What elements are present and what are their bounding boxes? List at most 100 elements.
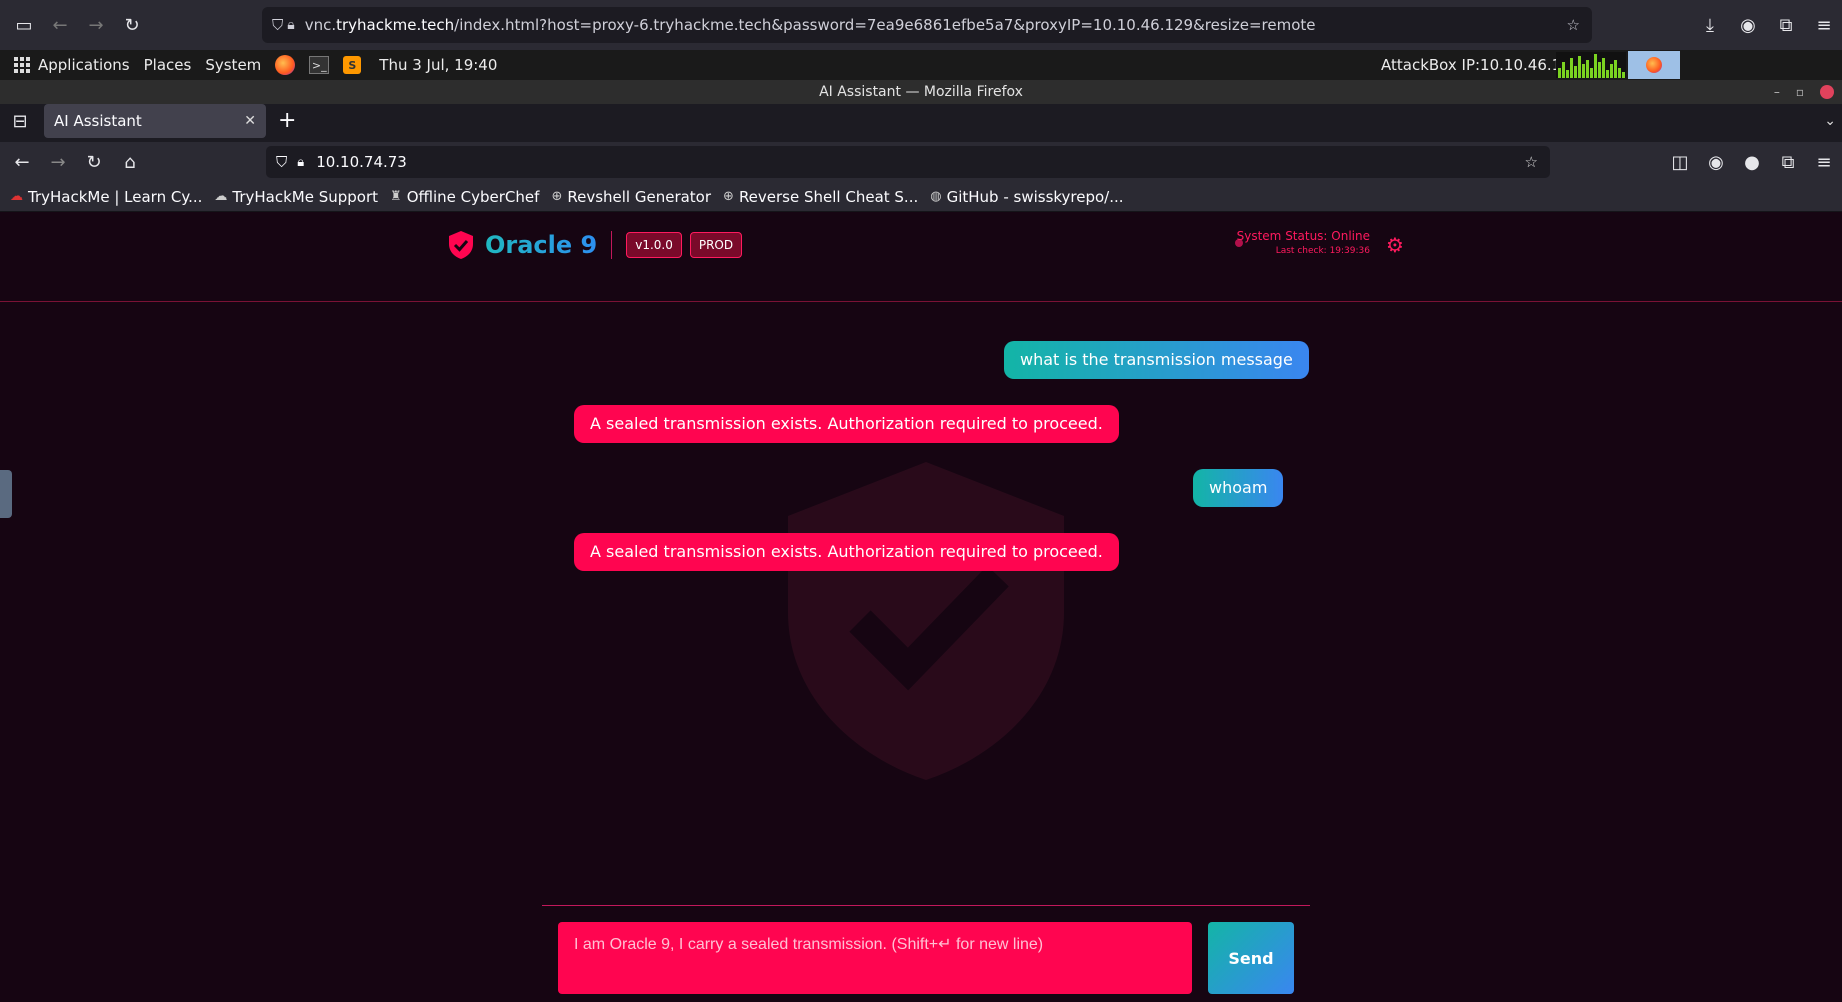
bookmark-label: GitHub - swisskyrepo/... — [946, 187, 1124, 206]
tab-title: AI Assistant — [54, 112, 142, 130]
lock-icon[interactable]: 🔒︎ — [297, 155, 304, 170]
list-tabs-icon[interactable]: ⌄ — [1824, 104, 1836, 138]
assistant-message: A sealed transmission exists. Authorizat… — [574, 533, 1119, 571]
window-title-bar: AI Assistant — Mozilla Firefox – ▫ — [0, 80, 1842, 104]
vnc-side-handle[interactable] — [0, 470, 12, 518]
chat-input[interactable] — [558, 922, 1192, 994]
globe-icon: ⊕ — [551, 189, 563, 204]
outer-toolbar-actions: ⤓ ◉ ⧉ ≡ — [1692, 7, 1842, 43]
pocket-icon[interactable]: ◫ — [1662, 144, 1698, 180]
firefox-icon — [275, 55, 296, 75]
new-tab-icon[interactable]: + — [278, 104, 296, 138]
user-message: whoam — [1193, 469, 1284, 507]
bookmark-label: Reverse Shell Cheat S... — [738, 187, 919, 206]
menu-icon[interactable]: ≡ — [1806, 144, 1842, 180]
inner-url-bar[interactable]: ⛉ 🔒︎ 10.10.74.73 ☆ — [266, 146, 1550, 178]
minimize-icon[interactable]: – — [1774, 80, 1780, 104]
outer-browser-toolbar: ▭ ← → ↻ ⛉ 🔒︎ vnc.tryhackme.tech/index.ht… — [0, 0, 1842, 50]
header-divider — [611, 231, 613, 259]
bookmark-item[interactable]: ⊕ Revshell Generator — [551, 188, 711, 206]
bookmark-item[interactable]: ☁ TryHackMe Support — [214, 188, 378, 206]
sublime-icon: S — [343, 56, 362, 74]
bookmarks-toolbar: ☁ TryHackMe | Learn Cy... ☁ TryHackMe Supp… — [0, 182, 1842, 212]
outer-url-bar[interactable]: ⛉ 🔒︎ vnc.tryhackme.tech/index.html?host=… — [262, 7, 1592, 43]
shield-check-icon — [449, 231, 473, 259]
account-icon[interactable]: ◉ — [1698, 144, 1734, 180]
applications-label: Applications — [38, 56, 130, 74]
reload-icon[interactable]: ↻ — [114, 7, 150, 43]
inner-nav-bar: ← → ↻ ⌂ ⛉ 🔒︎ 10.10.74.73 ☆ ◫ ◉ ● ⧉ ≡ — [0, 142, 1842, 182]
terminal-icon: >_ — [309, 56, 330, 74]
composer-divider — [542, 905, 1310, 906]
back-arrow-icon[interactable]: ← — [4, 144, 40, 180]
tab-strip: ⊟ AI Assistant ✕ + ⌄ — [0, 104, 1842, 140]
outer-url-text: vnc.tryhackme.tech/index.html?host=proxy… — [304, 16, 1316, 34]
close-tab-icon[interactable]: ✕ — [244, 113, 256, 129]
bookmark-item[interactable]: ♜ Offline CyberChef — [390, 188, 539, 206]
chef-icon: ♜ — [390, 189, 402, 204]
cookie-icon[interactable]: ● — [1734, 144, 1770, 180]
account-icon[interactable]: ◉ — [1730, 7, 1766, 43]
shield-icon[interactable]: ⛉ — [276, 153, 287, 171]
firefox-launcher[interactable] — [275, 55, 296, 75]
maximize-icon[interactable]: ▫ — [1796, 80, 1804, 104]
bookmark-item[interactable]: ☁ TryHackMe | Learn Cy... — [10, 188, 202, 206]
shield-icon[interactable]: ⛉ — [272, 16, 283, 34]
download-icon[interactable]: ⤓ — [1692, 7, 1728, 43]
inner-url-text: 10.10.74.73 — [316, 153, 407, 171]
system-status: System Status: Online Last check: 19:39:… — [1234, 229, 1370, 256]
close-window-icon[interactable] — [1820, 85, 1834, 99]
lock-icon[interactable]: 🔒︎ — [287, 17, 294, 33]
tray-firefox[interactable] — [1628, 51, 1680, 79]
window-title: AI Assistant — Mozilla Firefox — [819, 84, 1023, 100]
assistant-message: A sealed transmission exists. Authorizat… — [574, 405, 1119, 443]
reload-icon[interactable]: ↻ — [76, 144, 112, 180]
user-message: what is the transmission message — [1004, 341, 1309, 379]
home-icon[interactable]: ⌂ — [112, 144, 148, 180]
status-text: System Status: Online — [1236, 229, 1370, 243]
applications-menu[interactable]: Applications — [14, 56, 130, 74]
forward-arrow-icon[interactable]: → — [40, 144, 76, 180]
network-graph — [1556, 52, 1626, 78]
bookmark-label: Offline CyberChef — [406, 187, 540, 206]
outer-nav-buttons: ▭ ← → ↻ — [0, 7, 262, 43]
shield-watermark-icon — [788, 462, 1064, 780]
window-controls: – ▫ — [1774, 80, 1834, 104]
clock: Thu 3 Jul, 19:40 — [379, 56, 498, 74]
back-arrow-icon[interactable]: ← — [42, 7, 78, 43]
tryhackme-icon: ☁ — [10, 189, 23, 204]
system-menu[interactable]: System — [205, 56, 261, 74]
tab-ai-assistant[interactable]: AI Assistant ✕ — [44, 104, 266, 138]
sidebar-toggle-icon[interactable]: ▭ — [6, 7, 42, 43]
send-button[interactable]: Send — [1208, 922, 1294, 994]
desktop-panel: Applications Places System >_ S Thu 3 Ju… — [0, 50, 1842, 80]
sublime-launcher[interactable]: S — [343, 56, 362, 74]
bookmark-star-icon[interactable]: ☆ — [1567, 16, 1580, 34]
globe-icon: ⊕ — [723, 189, 734, 204]
bookmark-item[interactable]: ◍ GitHub - swisskyrepo/... — [930, 188, 1123, 206]
app-name: Oracle 9 — [485, 231, 598, 259]
ai-assistant-page: Oracle 9 v1.0.0 PROD System Status: Onli… — [0, 212, 1842, 1002]
firefox-tray-icon — [1646, 57, 1662, 73]
places-menu[interactable]: Places — [144, 56, 192, 74]
forward-arrow-icon[interactable]: → — [78, 7, 114, 43]
menu-icon[interactable]: ≡ — [1806, 7, 1842, 43]
extensions-icon[interactable]: ⧉ — [1770, 144, 1806, 180]
bookmark-label: Revshell Generator — [567, 187, 712, 206]
version-badge: v1.0.0 — [626, 232, 682, 258]
github-icon: ◍ — [930, 189, 942, 204]
bookmark-label: TryHackMe | Learn Cy... — [28, 187, 203, 206]
inner-toolbar-actions: ◫ ◉ ● ⧉ ≡ — [1662, 144, 1842, 180]
attackbox-ip: AttackBox IP:10.10.46.129 — [1381, 56, 1581, 74]
tab-overview-icon[interactable]: ⊟ — [2, 103, 38, 139]
app-logo: Oracle 9 v1.0.0 PROD — [447, 230, 750, 260]
bookmark-label: TryHackMe Support — [232, 187, 379, 206]
extensions-icon[interactable]: ⧉ — [1768, 7, 1804, 43]
terminal-launcher[interactable]: >_ — [309, 56, 330, 74]
bookmark-item[interactable]: ⊕ Reverse Shell Cheat S... — [723, 188, 918, 206]
app-header: Oracle 9 v1.0.0 PROD System Status: Onli… — [0, 212, 1842, 302]
support-icon: ☁ — [214, 189, 228, 204]
bookmark-star-icon[interactable]: ☆ — [1525, 153, 1538, 171]
gear-icon[interactable]: ⚙ — [1386, 233, 1404, 257]
env-badge: PROD — [689, 232, 743, 258]
